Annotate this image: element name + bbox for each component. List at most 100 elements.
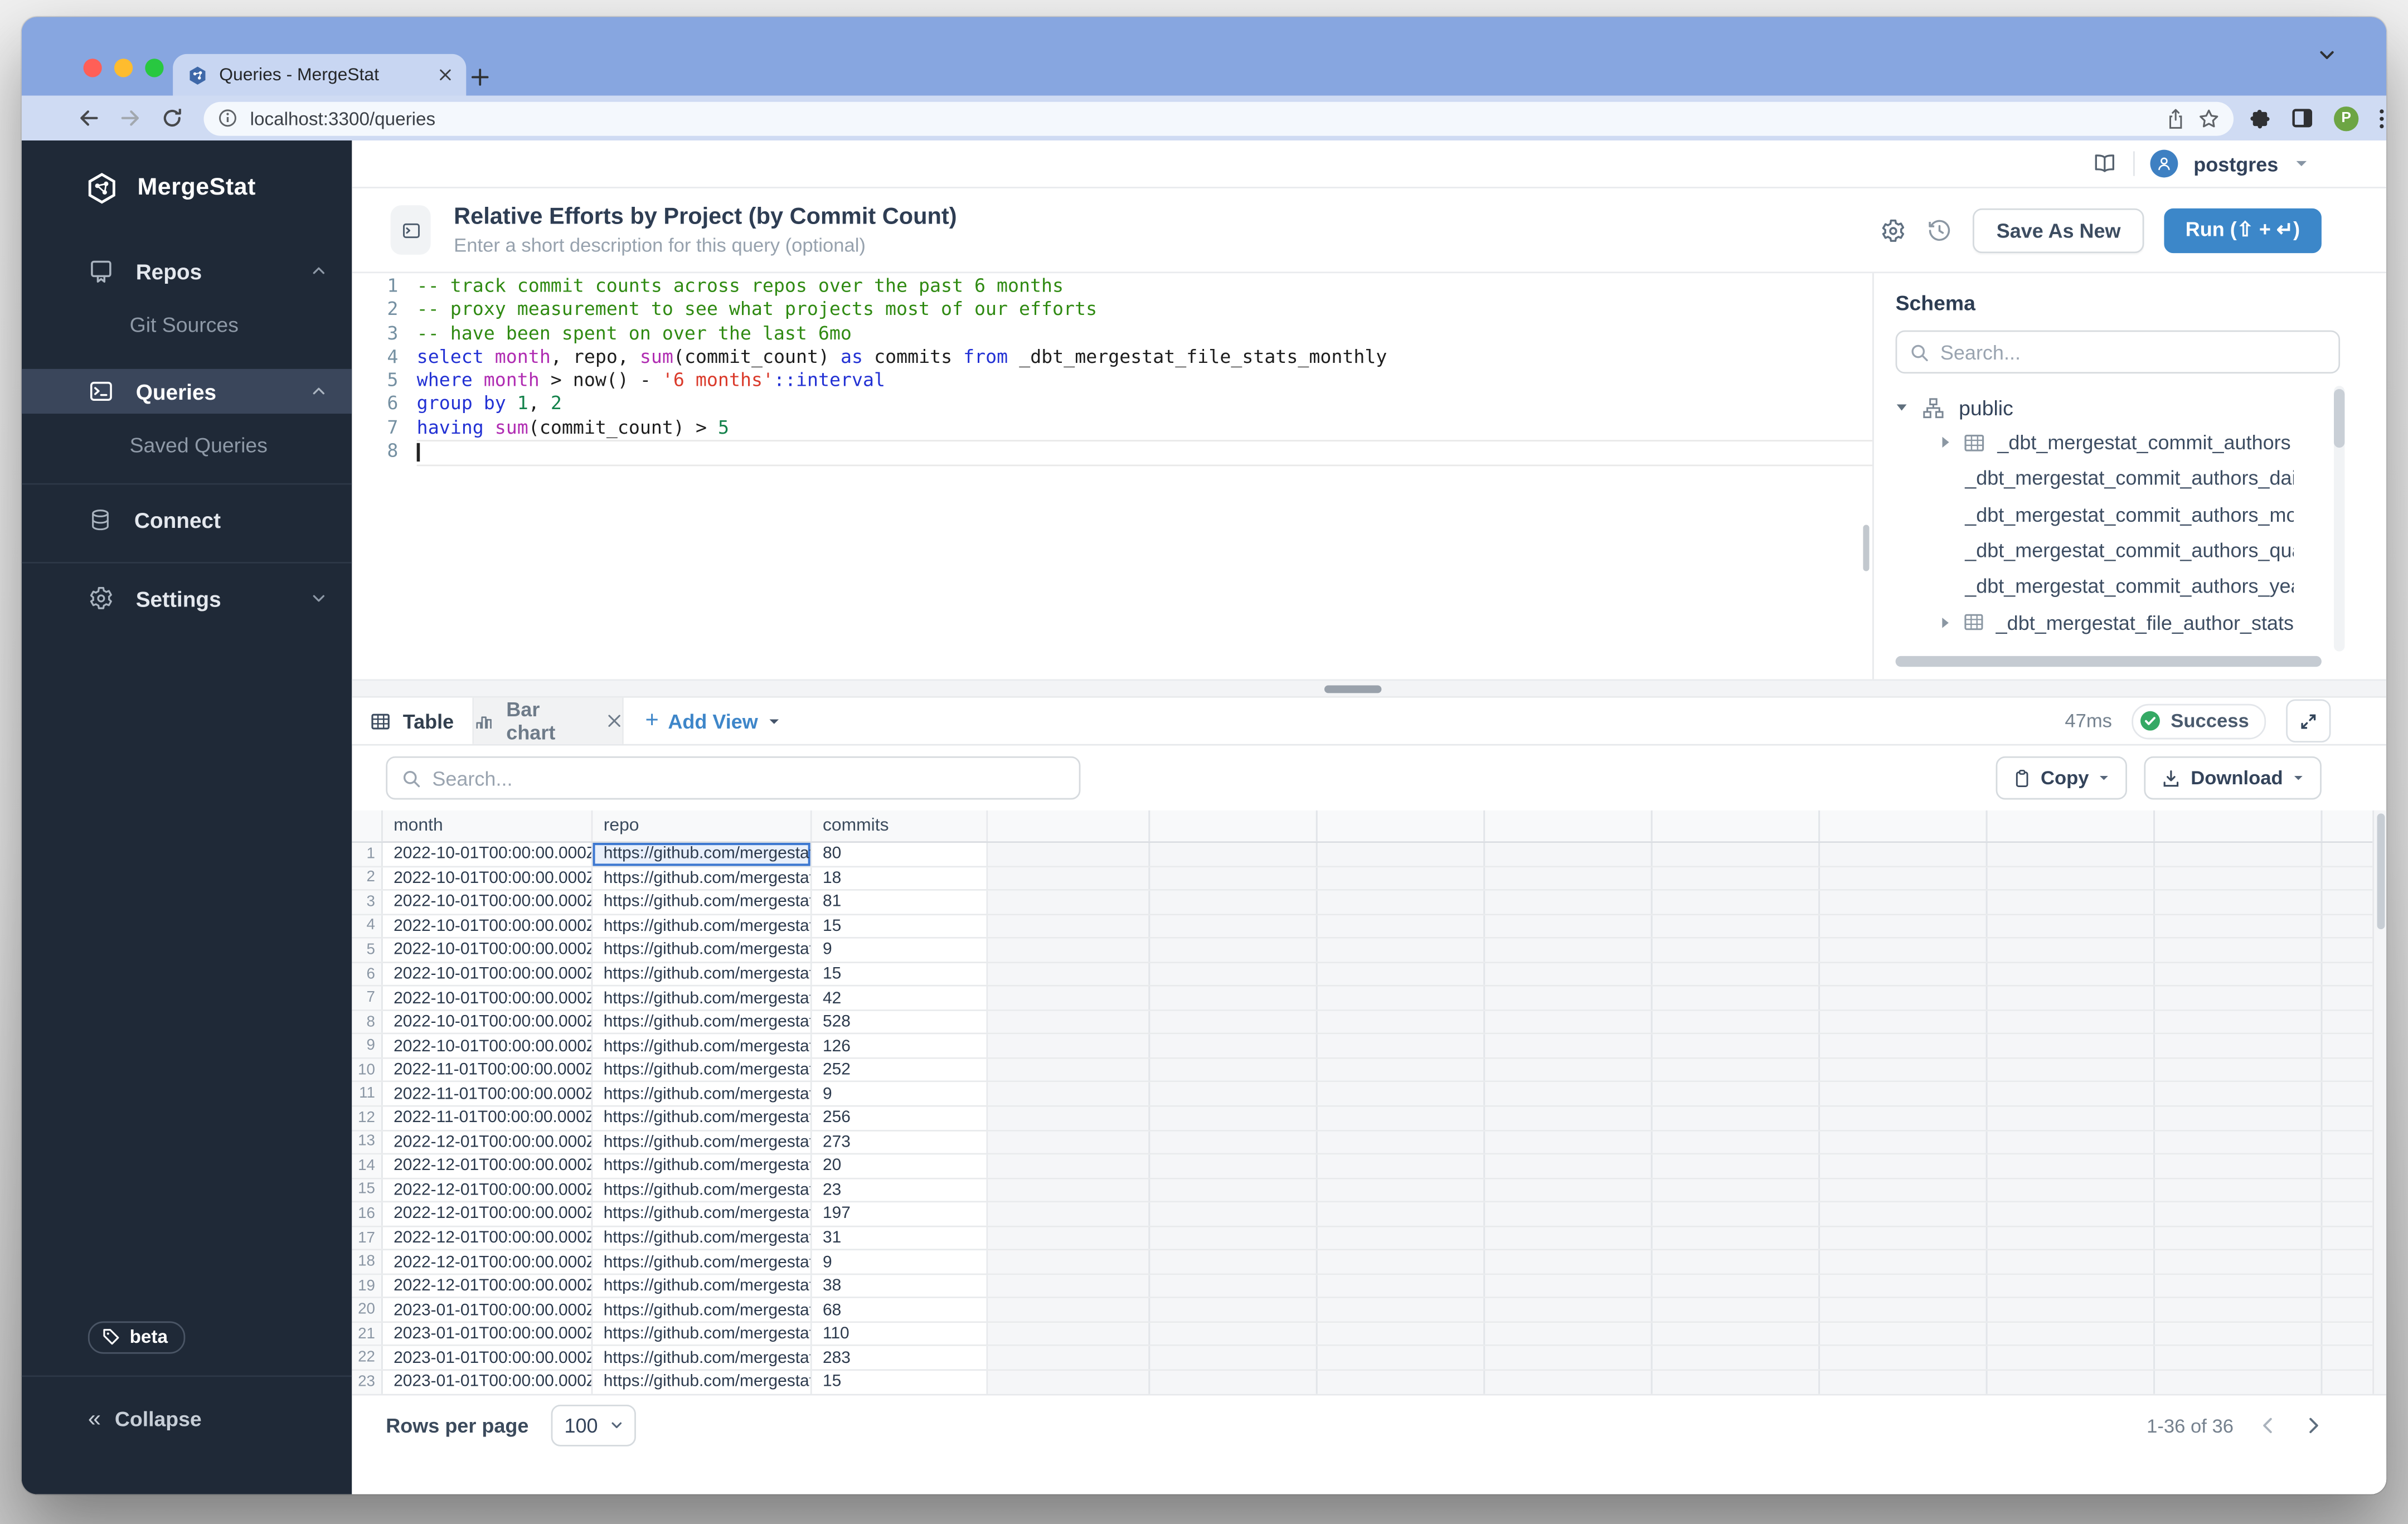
browser-menu-icon[interactable] (2378, 107, 2385, 129)
cell-commits[interactable]: 15 (812, 1371, 988, 1393)
run-query-button[interactable]: Run (⇧ + ↵) (2164, 207, 2322, 252)
cell-month[interactable]: 2023-01-01T00:00:00.000Z (383, 1299, 593, 1321)
editor-scrollbar[interactable] (1863, 525, 1869, 571)
query-title[interactable]: Relative Efforts by Project (by Commit C… (454, 204, 1881, 230)
docs-book-icon[interactable] (2092, 151, 2118, 176)
schema-table-row[interactable]: _dbt_mergestat_commit_authors_daily (1896, 460, 2294, 497)
sidebar-item-connect[interactable]: Connect (22, 497, 352, 542)
cell-month[interactable]: 2022-10-01T00:00:00.000Z (383, 843, 593, 865)
cell-month[interactable]: 2022-12-01T00:00:00.000Z (383, 1155, 593, 1177)
column-header-month[interactable]: month (383, 810, 593, 841)
cell-repo[interactable]: https://github.com/mergestat/... (593, 1323, 812, 1345)
cell-commits[interactable]: 20 (812, 1155, 988, 1177)
cell-commits[interactable]: 31 (812, 1227, 988, 1249)
editor-code[interactable]: -- track commit counts across repos over… (417, 275, 1872, 680)
cell-month[interactable]: 2022-10-01T00:00:00.000Z (383, 1035, 593, 1057)
cell-repo-selected[interactable]: https://github.com/mergestat/... (593, 843, 812, 865)
results-search-input[interactable]: Search... (386, 756, 1080, 800)
mergestat-brand[interactable]: MergeStat (22, 140, 352, 211)
code-line[interactable]: having sum(commit_count) > 5 (417, 416, 1872, 440)
schema-hscrollbar[interactable] (1896, 656, 2322, 667)
cell-month[interactable]: 2023-01-01T00:00:00.000Z (383, 1347, 593, 1369)
schema-search-input[interactable]: Search... (1896, 331, 2341, 374)
sidebar-item-queries[interactable]: Queries (22, 369, 352, 414)
cell-month[interactable]: 2022-11-01T00:00:00.000Z (383, 1083, 593, 1105)
cell-repo[interactable]: https://github.com/mergestat/... (593, 1131, 812, 1153)
cell-month[interactable]: 2023-01-01T00:00:00.000Z (383, 1323, 593, 1345)
cell-repo[interactable]: https://github.com/mergestat/... (593, 963, 812, 985)
cell-month[interactable]: 2022-12-01T00:00:00.000Z (383, 1131, 593, 1153)
save-as-new-button[interactable]: Save As New (1973, 207, 2144, 252)
cell-commits[interactable]: 9 (812, 1251, 988, 1273)
cell-commits[interactable]: 80 (812, 843, 988, 865)
minimize-window-button[interactable] (114, 59, 133, 77)
query-history-icon[interactable] (1927, 217, 1953, 243)
cell-commits[interactable]: 15 (812, 963, 988, 985)
sidebar-collapse-button[interactable]: « Collapse (22, 1375, 352, 1442)
next-page-icon[interactable] (2303, 1415, 2323, 1435)
user-avatar[interactable] (2150, 150, 2178, 178)
rows-per-page-select[interactable]: 100 (552, 1405, 637, 1447)
schema-table-row[interactable]: _dbt_mergestat_file_author_stats (1896, 604, 2294, 640)
panel-resize-handle[interactable] (352, 679, 2386, 697)
close-window-button[interactable] (84, 59, 102, 77)
cell-commits[interactable]: 252 (812, 1059, 988, 1081)
column-header-repo[interactable]: repo (593, 810, 812, 841)
cell-repo[interactable]: https://github.com/mergestat/... (593, 1371, 812, 1393)
cell-commits[interactable]: 68 (812, 1299, 988, 1321)
download-button[interactable]: Download (2144, 756, 2322, 800)
cell-month[interactable]: 2022-12-01T00:00:00.000Z (383, 1203, 593, 1225)
site-info-icon[interactable] (217, 108, 237, 128)
column-header-commits[interactable]: commits (812, 810, 988, 841)
cell-month[interactable]: 2022-10-01T00:00:00.000Z (383, 987, 593, 1009)
bookmark-star-icon[interactable] (2198, 107, 2220, 129)
cell-commits[interactable]: 283 (812, 1347, 988, 1369)
previous-page-icon[interactable] (2258, 1415, 2278, 1435)
close-view-icon[interactable] (606, 713, 622, 729)
cell-repo[interactable]: https://github.com/mergestat/... (593, 867, 812, 889)
schema-vscrollbar[interactable] (2334, 386, 2344, 651)
code-line[interactable]: -- proxy measurement to see what project… (417, 298, 1872, 322)
sidebar-item-settings[interactable]: Settings (22, 576, 352, 620)
cell-repo[interactable]: https://github.com/mergestat/... (593, 1347, 812, 1369)
cell-commits[interactable]: 110 (812, 1323, 988, 1345)
tab-bar-chart[interactable]: Bar chart (474, 698, 624, 744)
add-view-button[interactable]: + Add View (645, 708, 781, 733)
cell-commits[interactable]: 42 (812, 987, 988, 1009)
cell-commits[interactable]: 81 (812, 891, 988, 913)
sidebar-item-repos[interactable]: Repos (22, 249, 352, 293)
forward-icon[interactable] (119, 106, 142, 130)
cell-month[interactable]: 2022-11-01T00:00:00.000Z (383, 1107, 593, 1129)
code-line[interactable]: group by 1, 2 (417, 393, 1872, 416)
cell-month[interactable]: 2022-12-01T00:00:00.000Z (383, 1179, 593, 1201)
query-settings-gear-icon[interactable] (1881, 217, 1907, 243)
cell-month[interactable]: 2022-10-01T00:00:00.000Z (383, 939, 593, 961)
cell-commits[interactable]: 126 (812, 1035, 988, 1057)
cell-repo[interactable]: https://github.com/mergestat/... (593, 891, 812, 913)
browser-tab[interactable]: Queries - MergeStat (173, 54, 466, 96)
cell-commits[interactable]: 23 (812, 1179, 988, 1201)
schema-table-row[interactable]: _dbt_mergestat_commit_authors_monthly (1896, 497, 2294, 533)
tab-table[interactable]: Table (352, 698, 474, 744)
new-tab-button[interactable] (469, 66, 491, 88)
cell-commits[interactable]: 9 (812, 1083, 988, 1105)
cell-repo[interactable]: https://github.com/mergestat/... (593, 1179, 812, 1201)
cell-repo[interactable]: https://github.com/mergestat/... (593, 1011, 812, 1033)
reload-icon[interactable] (161, 106, 184, 130)
cell-repo[interactable]: https://github.com/mergestat/... (593, 1059, 812, 1081)
cell-month[interactable]: 2022-12-01T00:00:00.000Z (383, 1275, 593, 1297)
cell-commits[interactable]: 38 (812, 1275, 988, 1297)
sql-editor[interactable]: 12345678 -- track commit counts across r… (352, 273, 1872, 679)
schema-table-row[interactable]: _dbt_mergestat_commit_authors_yearly (1896, 569, 2294, 605)
cell-commits[interactable]: 15 (812, 915, 988, 937)
code-line[interactable]: -- track commit counts across repos over… (417, 275, 1872, 298)
user-name[interactable]: postgres (2193, 152, 2278, 176)
copy-button[interactable]: Copy (1996, 756, 2128, 800)
cell-repo[interactable]: https://github.com/mergestat/... (593, 1203, 812, 1225)
cell-month[interactable]: 2022-10-01T00:00:00.000Z (383, 867, 593, 889)
cell-repo[interactable]: https://github.com/mergestat/... (593, 1083, 812, 1105)
user-menu-caret-icon[interactable] (2294, 156, 2309, 172)
cell-repo[interactable]: https://github.com/mergestat/... (593, 1107, 812, 1129)
cell-repo[interactable]: https://github.com/mergestat/... (593, 1275, 812, 1297)
cell-month[interactable]: 2022-12-01T00:00:00.000Z (383, 1227, 593, 1249)
